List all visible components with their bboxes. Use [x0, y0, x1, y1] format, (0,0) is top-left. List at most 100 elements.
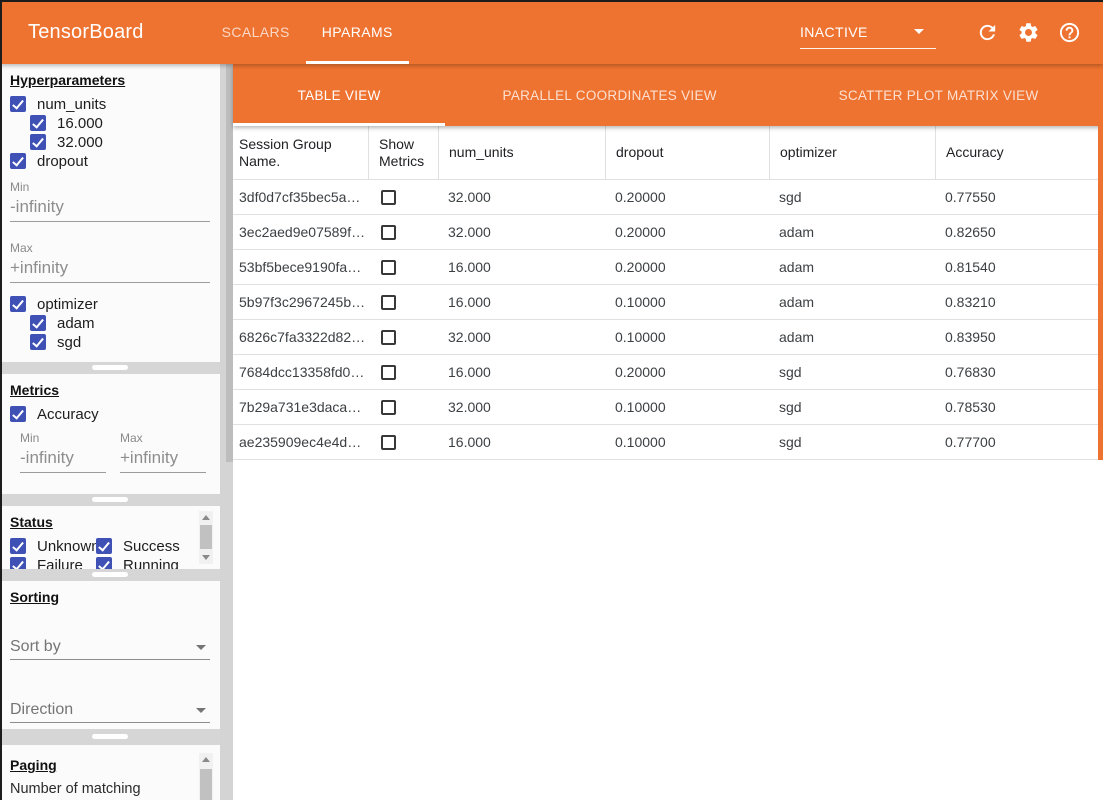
checkbox-accuracy[interactable]: Accuracy [10, 405, 210, 423]
checked-checkbox-icon [10, 296, 26, 312]
tab-scatter-plot-matrix-view[interactable]: SCATTER PLOT MATRIX VIEW [774, 64, 1103, 126]
section-resize-handle[interactable] [92, 572, 128, 577]
min-label: Min [10, 180, 210, 194]
show-metrics-cell [368, 355, 438, 389]
sidebar-scrollbar-thumb[interactable] [226, 64, 233, 462]
col-session-group-name[interactable]: Session Group Name. [233, 126, 368, 179]
tab-hparams[interactable]: HPARAMS [306, 0, 409, 64]
dropout-cell: 0.10000 [605, 390, 769, 424]
col-dropout[interactable]: dropout [605, 126, 769, 179]
settings-button[interactable] [1016, 20, 1040, 44]
checked-checkbox-icon [30, 115, 46, 131]
section-sorting: Sorting Sort by Direction [0, 581, 220, 729]
col-num-units[interactable]: num_units [438, 126, 605, 179]
section-resize-handle[interactable] [92, 365, 128, 370]
help-button[interactable] [1057, 20, 1081, 44]
scrollbar-thumb[interactable] [200, 525, 212, 549]
show-metrics-checkbox[interactable] [381, 225, 396, 240]
section-divider [0, 362, 220, 374]
scroll-up-icon[interactable] [202, 515, 210, 520]
scroll-up-icon[interactable] [202, 757, 210, 762]
accuracy-min-input[interactable]: -infinity [20, 445, 106, 473]
accuracy-cell: 0.77700 [935, 425, 1103, 459]
show-metrics-checkbox[interactable] [381, 330, 396, 345]
checkbox-status-failure[interactable]: Failure [10, 556, 96, 569]
col-optimizer[interactable]: optimizer [769, 126, 935, 179]
right-accent-strip [1098, 126, 1103, 460]
num-units-cell: 16.000 [438, 285, 605, 319]
dropout-cell: 0.20000 [605, 180, 769, 214]
checkbox-adam[interactable]: adam [30, 314, 210, 332]
table-row: 3ec2aed9e07589f… 32.000 0.20000 adam 0.8… [233, 215, 1103, 250]
checkbox-optimizer[interactable]: optimizer [10, 295, 210, 313]
table-row: 7b29a731e3daca… 32.000 0.10000 sgd 0.785… [233, 390, 1103, 425]
accuracy-cell: 0.82650 [935, 215, 1103, 249]
scrollbar-thumb[interactable] [200, 769, 212, 800]
tab-scalars[interactable]: SCALARS [206, 0, 306, 64]
dropout-cell: 0.20000 [605, 355, 769, 389]
session-group-name-cell: 5b97f3c2967245b… [233, 285, 368, 319]
show-metrics-cell [368, 425, 438, 459]
dropout-cell: 0.10000 [605, 425, 769, 459]
chevron-down-icon [196, 708, 206, 713]
checkbox-status-running[interactable]: Running [96, 556, 210, 569]
tab-parallel-coordinates-view[interactable]: PARALLEL COORDINATES VIEW [445, 64, 774, 126]
optimizer-cell: adam [769, 285, 935, 319]
content-area: Hyperparameters num_units 16.000 32.000 … [0, 64, 1103, 800]
hyperparameters-heading: Hyperparameters [10, 72, 210, 88]
col-accuracy[interactable]: Accuracy [935, 126, 1103, 179]
show-metrics-checkbox[interactable] [381, 295, 396, 310]
section-resize-handle[interactable] [92, 497, 128, 502]
show-metrics-checkbox[interactable] [381, 190, 396, 205]
table-row: 7684dcc13358fd0… 16.000 0.20000 sgd 0.76… [233, 355, 1103, 390]
paging-scrollbar[interactable] [199, 753, 213, 800]
checkbox-num-units-32[interactable]: 32.000 [30, 133, 210, 151]
refresh-button[interactable] [975, 20, 999, 44]
max-input[interactable]: +infinity [10, 255, 210, 283]
direction-select[interactable]: Direction [10, 697, 210, 723]
session-groups-table: Session Group Name. Show Metrics num_uni… [233, 126, 1103, 800]
checkbox-status-success[interactable]: Success [96, 537, 210, 555]
sidebar-scrollbar[interactable] [220, 64, 233, 800]
min-label: Min [20, 431, 106, 445]
accuracy-cell: 0.76830 [935, 355, 1103, 389]
accuracy-cell: 0.77550 [935, 180, 1103, 214]
checked-checkbox-icon [10, 538, 26, 554]
min-input[interactable]: -infinity [10, 194, 210, 222]
checked-checkbox-icon [30, 315, 46, 331]
optimizer-cell: sgd [769, 390, 935, 424]
show-metrics-checkbox[interactable] [381, 435, 396, 450]
checked-checkbox-icon [96, 538, 112, 554]
show-metrics-cell [368, 215, 438, 249]
tab-table-view[interactable]: TABLE VIEW [233, 64, 445, 126]
matching-groups-count: Number of matching session groups: 8 [10, 780, 188, 800]
checkbox-status-unknown[interactable]: Unknown [10, 537, 96, 555]
col-show-metrics[interactable]: Show Metrics [368, 126, 438, 179]
checkbox-num-units[interactable]: num_units [10, 95, 210, 113]
checked-checkbox-icon [30, 134, 46, 150]
show-metrics-cell [368, 285, 438, 319]
checkbox-dropout[interactable]: dropout [10, 152, 210, 170]
checkbox-num-units-16[interactable]: 16.000 [30, 114, 210, 132]
window-edge-left [0, 0, 2, 800]
show-metrics-cell [368, 320, 438, 354]
show-metrics-checkbox[interactable] [381, 400, 396, 415]
table-header-row: Session Group Name. Show Metrics num_uni… [233, 126, 1103, 180]
session-group-name-cell: 53bf5bece9190fa… [233, 250, 368, 284]
max-label: Max [10, 241, 210, 255]
num-units-cell: 32.000 [438, 215, 605, 249]
accuracy-cell: 0.83210 [935, 285, 1103, 319]
accuracy-max-input[interactable]: +infinity [120, 445, 206, 473]
optimizer-cell: adam [769, 320, 935, 354]
gear-icon [1017, 21, 1040, 44]
scroll-down-icon[interactable] [202, 555, 210, 560]
show-metrics-checkbox[interactable] [381, 260, 396, 275]
status-scrollbar[interactable] [199, 511, 213, 564]
sorting-heading: Sorting [10, 589, 210, 605]
checkbox-sgd[interactable]: sgd [30, 333, 210, 351]
sort-by-select[interactable]: Sort by [10, 634, 210, 660]
status-dropdown[interactable]: INACTIVE [800, 15, 936, 49]
section-resize-handle[interactable] [92, 734, 128, 739]
show-metrics-checkbox[interactable] [381, 365, 396, 380]
checked-checkbox-icon [10, 96, 26, 112]
